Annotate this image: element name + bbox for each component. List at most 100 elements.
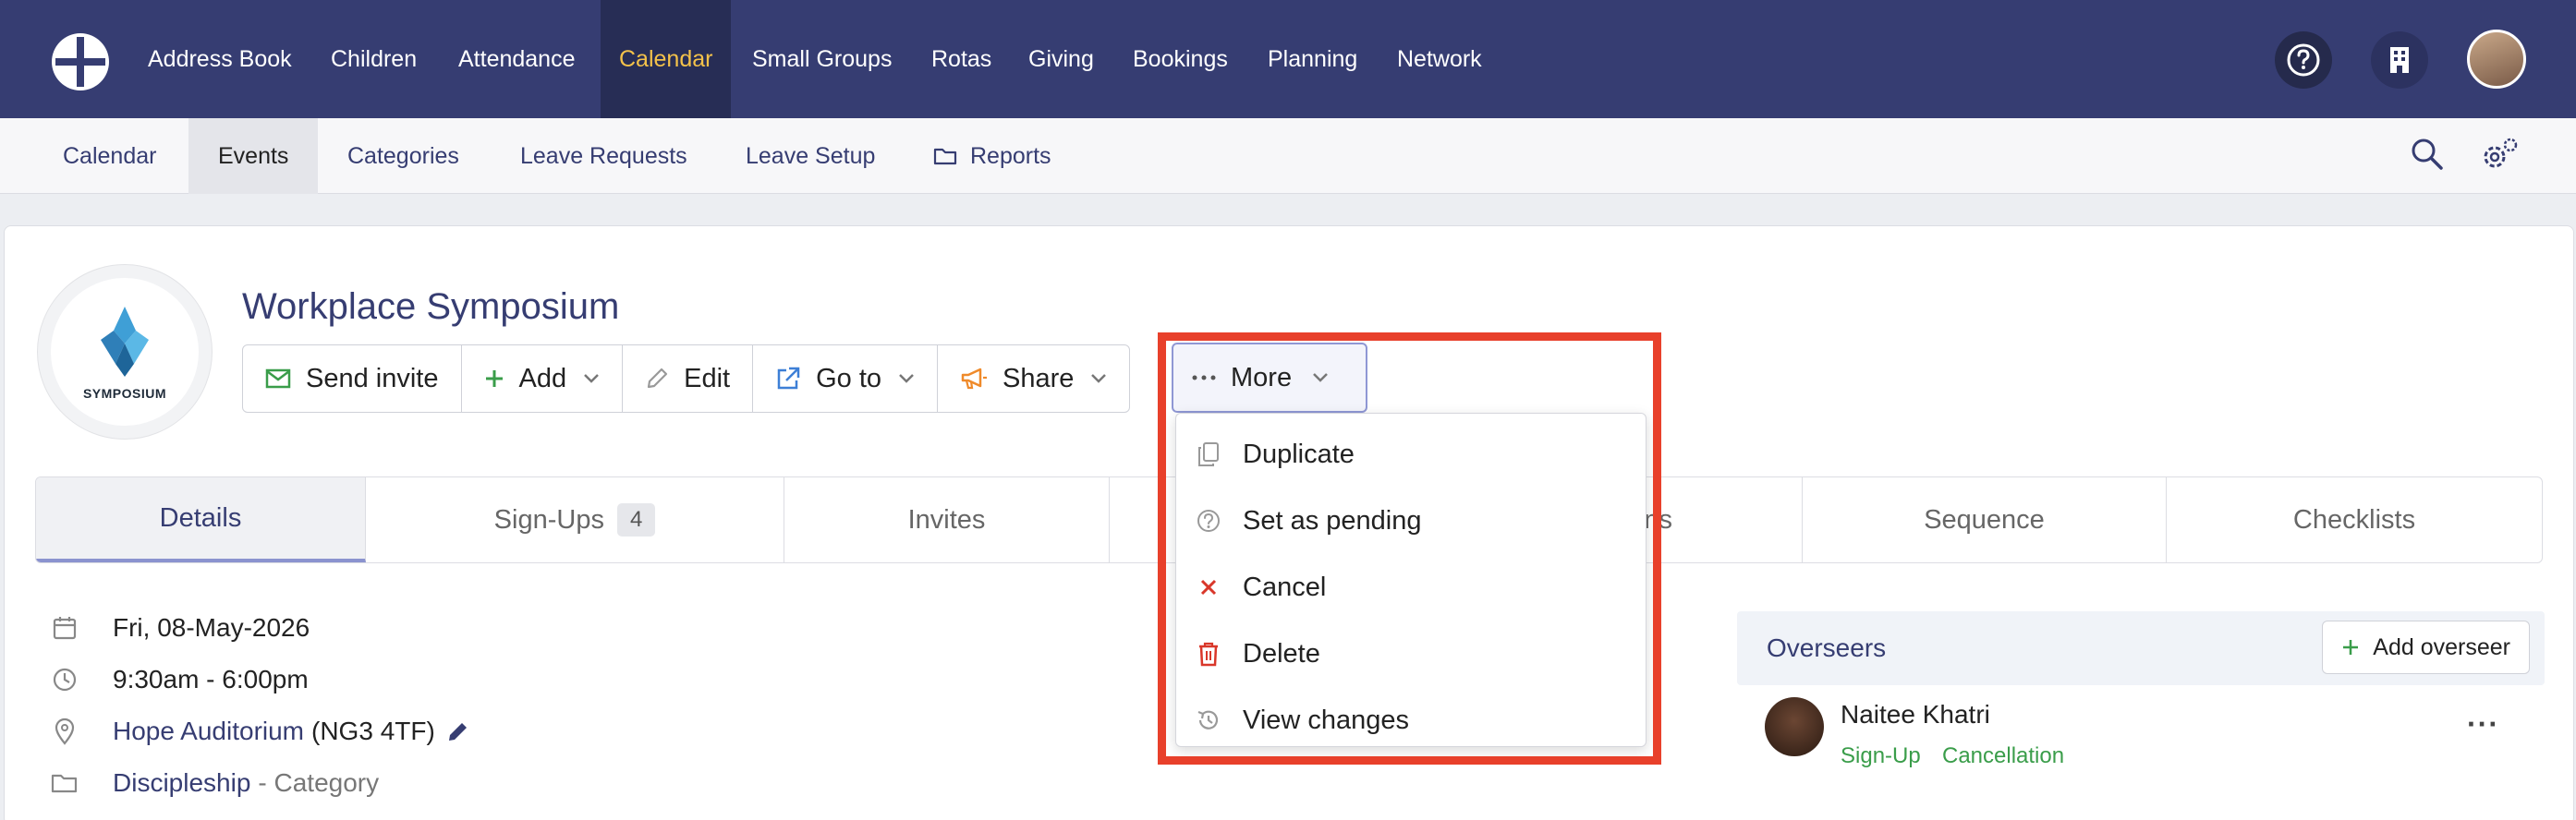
menu-item-duplicate-label: Duplicate [1243, 439, 1355, 469]
venue-postcode: (NG3 4TF) [311, 717, 435, 745]
nav-children[interactable]: Children [312, 0, 435, 118]
external-link-icon [775, 366, 801, 392]
event-date-row: Fri, 08-May-2026 [50, 608, 310, 648]
copy-icon [1195, 441, 1222, 467]
menu-item-cancel-label: Cancel [1243, 572, 1327, 602]
folder-icon [50, 772, 79, 794]
edit-label: Edit [684, 363, 731, 393]
nav-giving[interactable]: Giving [1010, 0, 1112, 118]
menu-item-set-as-pending[interactable]: Set as pending [1176, 488, 1646, 554]
category-link[interactable]: Discipleship [113, 768, 250, 798]
building-icon[interactable] [2371, 31, 2428, 89]
sub-navigation-bar: Calendar Events Categories Leave Request… [0, 118, 2576, 194]
subnav-reports[interactable]: Reports [904, 118, 1081, 194]
share-label: Share [1002, 363, 1075, 393]
overseer-avatar[interactable] [1765, 697, 1824, 756]
menu-item-delete[interactable]: Delete [1176, 621, 1646, 687]
tab-sign-ups[interactable]: Sign-Ups 4 [366, 477, 784, 562]
nav-small-groups[interactable]: Small Groups [734, 0, 910, 118]
tab-sign-ups-label: Sign-Ups [493, 504, 604, 535]
subnav-leave-requests[interactable]: Leave Requests [491, 118, 717, 194]
go-to-dropdown-button[interactable]: Go to [753, 345, 939, 412]
calendar-icon [50, 615, 79, 641]
user-avatar[interactable] [2467, 30, 2526, 89]
settings-gear-icon[interactable] [2480, 137, 2519, 178]
nav-address-book[interactable]: Address Book [129, 0, 310, 118]
nav-bookings[interactable]: Bookings [1114, 0, 1246, 118]
event-time: 9:30am - 6:00pm [113, 665, 309, 693]
clock-icon [50, 667, 79, 693]
symposium-logo-icon [101, 307, 149, 377]
edit-button[interactable]: Edit [623, 345, 754, 412]
sign-ups-count-badge: 4 [616, 503, 656, 537]
help-icon[interactable] [2275, 31, 2332, 89]
overseer-tag-cancellation: Cancellation [1942, 743, 2065, 768]
menu-item-duplicate[interactable]: Duplicate [1176, 421, 1646, 488]
close-x-icon [1195, 578, 1222, 597]
nav-planning[interactable]: Planning [1249, 0, 1376, 118]
event-logo-text: SYMPOSIUM [82, 386, 167, 401]
subnav-events[interactable]: Events [188, 118, 319, 194]
more-dropdown-button[interactable]: More [1172, 343, 1367, 413]
go-to-label: Go to [816, 363, 882, 393]
map-pin-icon [50, 718, 79, 745]
send-invite-button[interactable]: Send invite [243, 345, 462, 412]
nav-calendar[interactable]: Calendar [601, 0, 732, 118]
subnav-categories[interactable]: Categories [318, 118, 489, 194]
overseers-panel-header: Overseers Add overseer [1737, 611, 2545, 685]
chevron-down-icon [1090, 373, 1107, 384]
send-invite-label: Send invite [306, 363, 439, 393]
add-dropdown-button[interactable]: Add [462, 345, 624, 412]
category-suffix: - Category [258, 768, 380, 797]
event-title: Workplace Symposium [242, 286, 620, 327]
add-overseer-label: Add overseer [2373, 633, 2510, 660]
edit-venue-pencil-icon[interactable] [446, 719, 470, 743]
pencil-icon [645, 367, 669, 391]
question-circle-icon [1195, 508, 1222, 534]
overseer-tag-sign-up: Sign-Up [1841, 743, 1921, 768]
venue-link[interactable]: Hope Auditorium [113, 717, 304, 746]
overseer-options-ellipsis-icon[interactable]: ··· [2467, 707, 2499, 742]
menu-item-delete-label: Delete [1243, 638, 1320, 669]
top-navigation-bar: Address Book Children Attendance Calenda… [0, 0, 2576, 118]
tab-details[interactable]: Details [36, 477, 366, 562]
share-dropdown-button[interactable]: Share [938, 345, 1129, 412]
plus-icon [2341, 638, 2360, 657]
trash-icon [1195, 641, 1222, 667]
chevron-down-icon [583, 373, 600, 384]
menu-item-set-as-pending-label: Set as pending [1243, 505, 1422, 536]
folder-icon [933, 146, 957, 166]
add-overseer-button[interactable]: Add overseer [2322, 621, 2530, 674]
tab-checklists[interactable]: Checklists [2167, 477, 2542, 562]
more-dropdown-menu: Duplicate Set as pending Cancel Delete V… [1175, 413, 1646, 747]
event-logo: SYMPOSIUM [37, 264, 213, 440]
event-category-row: Discipleship - Category [50, 763, 379, 803]
more-label: More [1231, 362, 1293, 392]
menu-item-view-changes-label: View changes [1243, 705, 1410, 735]
overseer-name[interactable]: Naitee Khatri [1841, 700, 1990, 730]
chevron-down-icon [898, 373, 915, 384]
subnav-reports-label: Reports [970, 143, 1051, 169]
app-logo-icon[interactable] [50, 31, 111, 92]
megaphone-icon [960, 367, 988, 391]
ellipsis-icon [1192, 374, 1216, 381]
nav-rotas[interactable]: Rotas [913, 0, 1010, 118]
subnav-leave-setup[interactable]: Leave Setup [716, 118, 905, 194]
plus-icon [484, 368, 504, 389]
overseers-title: Overseers [1767, 633, 1887, 662]
event-toolbar: Send invite Add Edit Go to Share [242, 344, 1131, 413]
event-time-row: 9:30am - 6:00pm [50, 659, 309, 700]
nav-network[interactable]: Network [1379, 0, 1501, 118]
envelope-icon [265, 368, 291, 389]
menu-item-cancel[interactable]: Cancel [1176, 554, 1646, 621]
menu-item-view-changes[interactable]: View changes [1176, 687, 1646, 754]
add-label: Add [518, 363, 567, 393]
event-date: Fri, 08-May-2026 [113, 613, 310, 642]
tab-invites[interactable]: Invites [784, 477, 1110, 562]
event-venue-row: Hope Auditorium (NG3 4TF) [50, 711, 470, 752]
subnav-calendar[interactable]: Calendar [33, 118, 186, 194]
search-icon[interactable] [2410, 137, 2445, 176]
history-icon [1195, 707, 1222, 733]
tab-sequence[interactable]: Sequence [1803, 477, 2167, 562]
nav-attendance[interactable]: Attendance [440, 0, 594, 118]
